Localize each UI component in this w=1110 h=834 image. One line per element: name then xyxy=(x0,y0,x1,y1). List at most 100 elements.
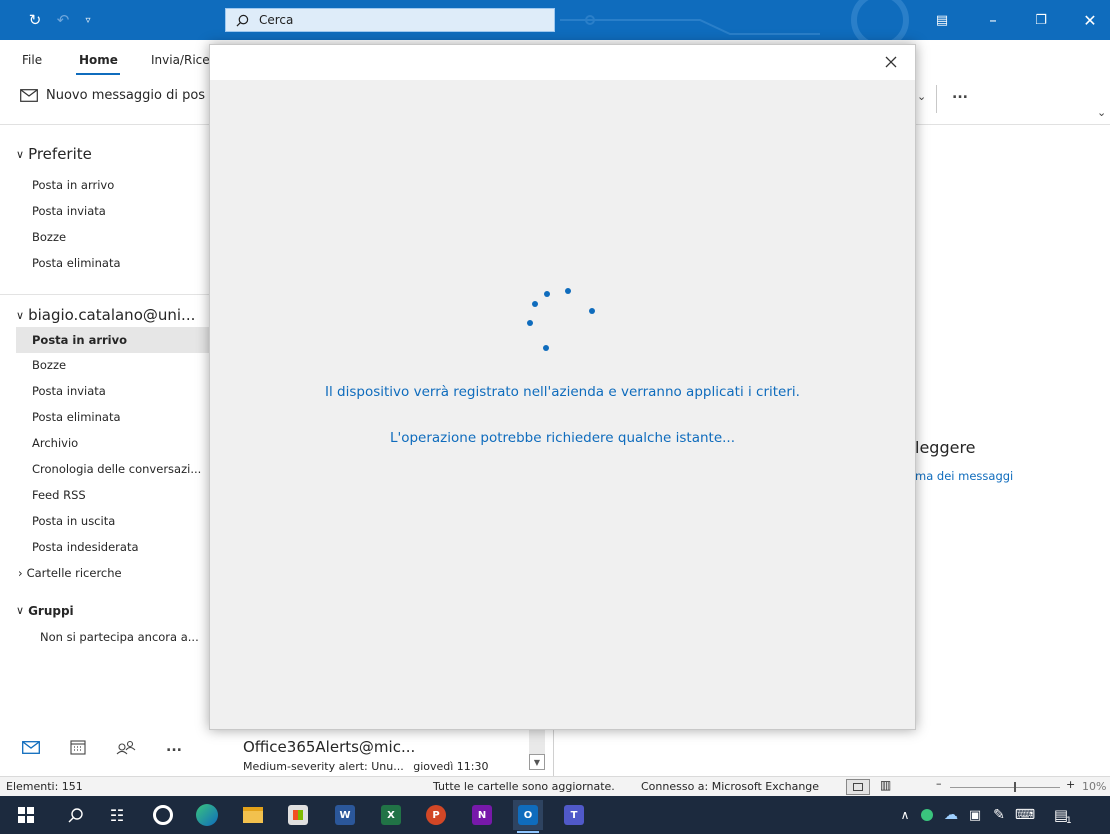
chevron-down-icon: ∨ xyxy=(16,308,25,322)
tab-send-receive[interactable]: Invia/Rice xyxy=(151,53,210,67)
folder-junk[interactable]: Posta indesiderata xyxy=(32,540,139,554)
registration-message: Il dispositivo verrà registrato nell'azi… xyxy=(325,384,800,400)
reading-pane-link[interactable]: ma dei messaggi xyxy=(915,469,1013,483)
folder-search-folders[interactable]: › Cartelle ricerche xyxy=(18,566,122,580)
zoom-level[interactable]: 10% xyxy=(1082,780,1106,793)
groups-header-label: Gruppi xyxy=(28,604,74,618)
normal-view-icon xyxy=(853,783,863,791)
search-box[interactable]: Cerca xyxy=(225,8,555,32)
calendar-icon[interactable] xyxy=(70,739,86,755)
restore-icon[interactable]: ❐ xyxy=(1023,0,1059,40)
edge-icon[interactable] xyxy=(192,800,222,830)
connection-status: Connesso a: Microsoft Exchange xyxy=(641,780,820,793)
close-window-icon[interactable]: ✕ xyxy=(1072,0,1108,40)
dialog-close-button[interactable] xyxy=(881,52,901,72)
wait-message: L'operazione potrebbe richiedere qualche… xyxy=(389,430,736,446)
reading-pane-text: leggere xyxy=(915,438,976,457)
people-icon[interactable] xyxy=(116,739,136,755)
mail-icon[interactable] xyxy=(22,740,40,754)
folder-inbox[interactable]: Posta in arrivo xyxy=(16,327,210,353)
zoom-slider-track[interactable] xyxy=(950,787,1060,788)
folder-pane: ∨ Preferite Posta in arrivo Posta inviat… xyxy=(0,126,210,776)
sync-icon[interactable]: ↻ xyxy=(22,0,48,40)
favorite-deleted[interactable]: Posta eliminata xyxy=(32,256,121,270)
file-explorer-icon[interactable] xyxy=(238,800,268,830)
spinner-dot xyxy=(543,345,549,351)
normal-view-button[interactable] xyxy=(846,779,870,795)
word-icon[interactable]: W xyxy=(330,800,360,830)
start-button[interactable] xyxy=(11,800,41,830)
minimize-icon[interactable]: – xyxy=(975,0,1011,40)
pane-divider xyxy=(553,728,554,776)
notification-count: 1 xyxy=(1066,816,1072,826)
excel-icon[interactable]: X xyxy=(376,800,406,830)
active-tab-indicator xyxy=(76,73,120,75)
teams-icon[interactable]: T xyxy=(559,800,589,830)
favorites-header-label: Preferite xyxy=(28,145,92,163)
chevron-right-icon: › xyxy=(18,566,23,580)
search-icon xyxy=(236,14,249,26)
favorite-inbox[interactable]: Posta in arrivo xyxy=(32,178,114,192)
zoom-out-button[interactable]: – xyxy=(936,777,942,790)
teams-logo: T xyxy=(564,805,584,825)
close-icon xyxy=(885,56,897,68)
spinner-dot xyxy=(544,291,550,297)
quick-access-dropdown-icon[interactable]: ▿ xyxy=(78,0,98,40)
cortana-icon[interactable] xyxy=(148,800,178,830)
ribbon-display-options-icon[interactable]: ▤ xyxy=(930,0,954,40)
folder-archive[interactable]: Archivio xyxy=(32,436,78,450)
folder-conversation-history[interactable]: Cronologia delle conversazi... xyxy=(32,462,201,476)
folders-status: Tutte le cartelle sono aggiornate. xyxy=(433,780,615,793)
store-icon[interactable] xyxy=(283,800,313,830)
reading-view-icon[interactable]: ▥ xyxy=(880,778,891,792)
new-mail-button[interactable]: Nuovo messaggio di pos xyxy=(20,88,205,103)
tab-file[interactable]: File xyxy=(22,53,42,67)
keyboard-icon[interactable]: ⌨ xyxy=(1010,800,1040,830)
folder-rss-feeds[interactable]: Feed RSS xyxy=(32,488,86,502)
message-date: giovedì 11:30 xyxy=(413,760,489,773)
windows-taskbar: ☷ W X P N O T ∧ ☁ ▣ ✎ ⌨ ▤ 1 xyxy=(0,796,1110,834)
onenote-icon[interactable]: N xyxy=(467,800,497,830)
message-sender: Office365Alerts@mic... xyxy=(243,738,416,756)
folder-deleted[interactable]: Posta eliminata xyxy=(32,410,121,424)
folder-sent[interactable]: Posta inviata xyxy=(32,384,106,398)
envelope-icon xyxy=(20,89,38,102)
module-switcher: ... xyxy=(0,718,210,776)
account-header[interactable]: ∨ biagio.catalano@uni... xyxy=(16,306,195,324)
zoom-in-button[interactable]: + xyxy=(1066,778,1075,791)
chevron-down-icon[interactable]: ⌄ xyxy=(917,90,926,103)
chevron-down-icon: ∨ xyxy=(16,604,25,617)
more-commands-button[interactable]: ... xyxy=(952,86,968,102)
device-registration-dialog: Il dispositivo verrà registrato nell'azi… xyxy=(209,44,916,730)
ribbon-expand-icon[interactable]: ⌄ xyxy=(1097,106,1106,119)
favorite-sent[interactable]: Posta inviata xyxy=(32,204,106,218)
message-list-scrollbar-track[interactable] xyxy=(529,728,545,754)
store-tiles xyxy=(293,810,303,820)
message-list-item[interactable]: Office365Alerts@mic... Medium-severity a… xyxy=(243,738,489,773)
scroll-down-button[interactable]: ▼ xyxy=(529,754,545,770)
powerpoint-icon[interactable]: P xyxy=(421,800,451,830)
search-placeholder: Cerca xyxy=(259,13,294,27)
undo-icon[interactable]: ↶ xyxy=(52,0,74,40)
spinner-dot xyxy=(527,320,533,326)
outlook-icon[interactable]: O xyxy=(513,800,543,833)
title-bar-decoration xyxy=(560,0,909,40)
account-header-label: biagio.catalano@uni... xyxy=(28,306,196,324)
new-mail-label: Nuovo messaggio di pos xyxy=(46,88,206,103)
store-bag xyxy=(288,805,308,825)
tab-home[interactable]: Home xyxy=(79,53,118,67)
groups-info: Non si partecipa ancora a... xyxy=(40,630,199,644)
favorite-drafts[interactable]: Bozze xyxy=(32,230,66,244)
word-logo: W xyxy=(335,805,355,825)
edge-logo xyxy=(196,804,218,826)
groups-header[interactable]: ∨ Gruppi xyxy=(16,604,74,618)
search-icon xyxy=(68,808,83,823)
powerpoint-logo: P xyxy=(426,805,446,825)
task-view-icon[interactable]: ☷ xyxy=(102,800,132,830)
folder-drafts[interactable]: Bozze xyxy=(32,358,66,372)
folder-outbox[interactable]: Posta in uscita xyxy=(32,514,115,528)
favorites-header[interactable]: ∨ Preferite xyxy=(16,145,92,163)
taskbar-search-button[interactable] xyxy=(61,800,91,830)
more-modules-button[interactable]: ... xyxy=(166,739,182,755)
zoom-slider-thumb[interactable] xyxy=(1014,782,1016,792)
